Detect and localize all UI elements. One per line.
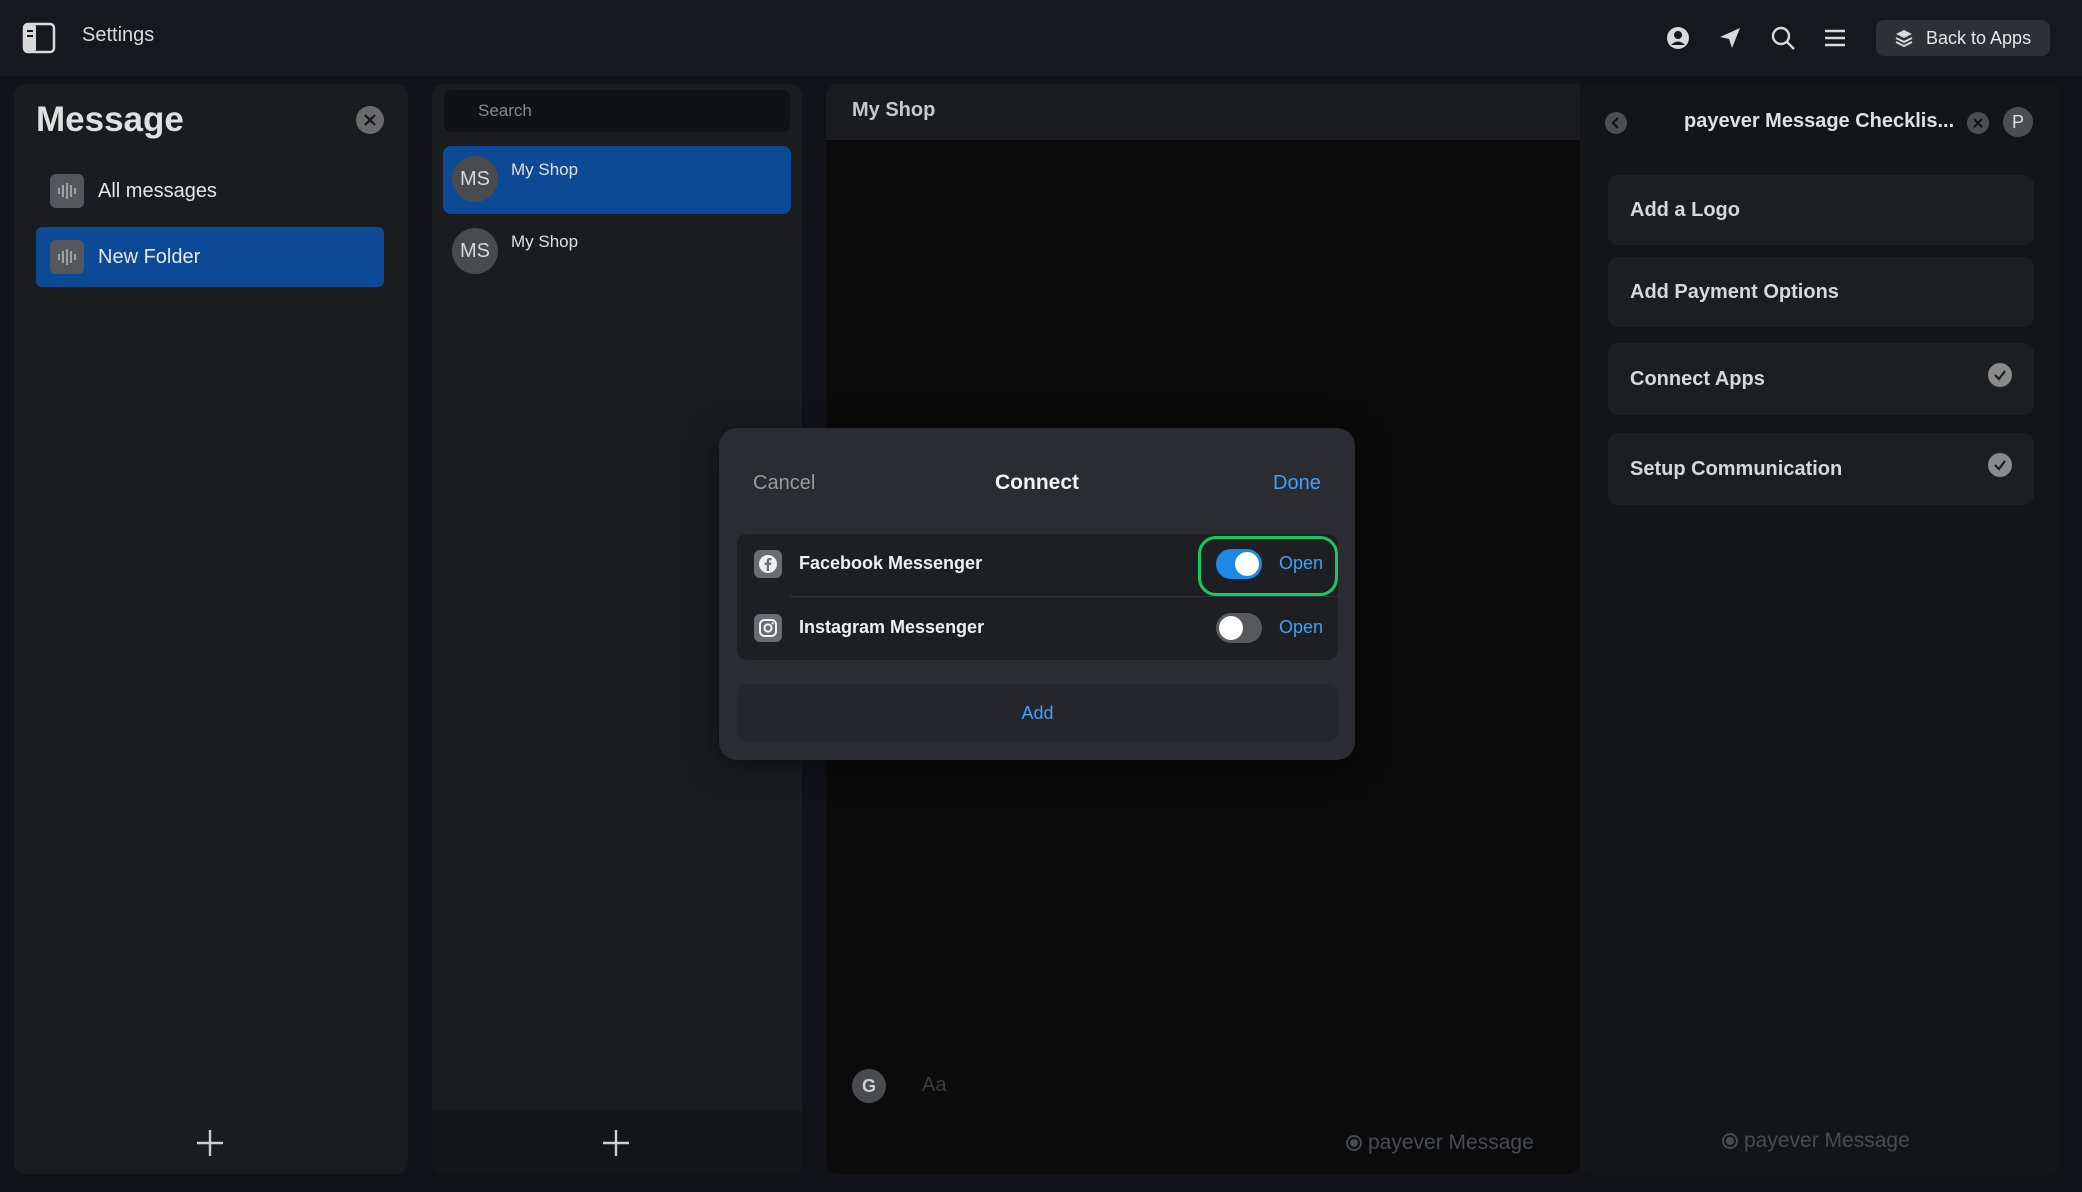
folder-label: New Folder (98, 245, 201, 268)
checklist-watermark: payever Message (1722, 1129, 1910, 1153)
avatar: MS (452, 156, 498, 202)
search-icon[interactable] (1767, 22, 1799, 54)
check-icon (1988, 363, 2012, 387)
payever-logo-icon (1346, 1135, 1362, 1151)
checklist-item-add-payment-options[interactable]: Add Payment Options (1608, 257, 2034, 327)
done-button[interactable]: Done (1273, 472, 1321, 495)
chevron-left-icon (1610, 117, 1622, 129)
checklist-item-label: Connect Apps (1630, 367, 1765, 390)
checklist-item-add-logo[interactable]: Add a Logo (1608, 175, 2034, 245)
checklist-panel (1580, 84, 2060, 1174)
send-icon[interactable] (1714, 22, 1746, 54)
open-instagram-link[interactable]: Open (1279, 617, 1323, 638)
close-message-panel-button[interactable] (356, 106, 384, 134)
close-icon (1973, 118, 1983, 128)
back-to-apps-button[interactable]: Back to Apps (1876, 20, 2050, 56)
conversation-item[interactable]: MS My Shop (443, 146, 791, 214)
checklist-item-connect-apps[interactable]: Connect Apps (1608, 343, 2034, 415)
search-input[interactable]: Search (444, 90, 790, 132)
sender-avatar[interactable]: G (852, 1069, 886, 1103)
watermark-text: payever Message (1368, 1131, 1534, 1154)
plus-icon (195, 1128, 225, 1158)
close-icon (363, 113, 377, 127)
checklist-item-label: Add a Logo (1630, 198, 1740, 221)
chat-title: My Shop (852, 99, 936, 121)
instagram-toggle[interactable] (1216, 613, 1262, 643)
app-row-instagram: Instagram Messenger Open (737, 597, 1338, 660)
cancel-button[interactable]: Cancel (753, 472, 815, 495)
menu-icon[interactable] (1819, 22, 1851, 54)
back-to-apps-label: Back to Apps (1926, 27, 2032, 48)
payever-logo-icon (1722, 1133, 1738, 1149)
instagram-icon (754, 614, 782, 642)
checklist-item-label: Add Payment Options (1630, 280, 1839, 303)
folder-item-all-messages[interactable]: All messages (36, 161, 384, 221)
sidebar-toggle-icon[interactable] (22, 22, 56, 54)
toggle-knob (1219, 616, 1243, 640)
conversation-item[interactable]: MS My Shop (443, 218, 791, 286)
checklist-title: payever Message Checklis... (1684, 110, 1955, 132)
app-name: Facebook Messenger (799, 553, 983, 573)
conversation-name: My Shop (511, 232, 579, 251)
checklist-item-label: Setup Communication (1630, 457, 1843, 480)
watermark-text: payever Message (1744, 1129, 1910, 1152)
settings-title[interactable]: Settings (82, 24, 154, 47)
checklist-item-setup-communication[interactable]: Setup Communication (1608, 433, 2034, 505)
add-conversation-button[interactable] (601, 1128, 631, 1158)
folder-item-new-folder[interactable]: New Folder (36, 227, 384, 287)
chat-watermark: payever Message (1346, 1131, 1534, 1155)
message-input[interactable]: Aa (922, 1074, 946, 1097)
add-folder-button[interactable] (195, 1128, 225, 1158)
modal-title: Connect (995, 471, 1079, 494)
close-checklist-button[interactable] (1967, 112, 1989, 134)
waveform-icon (50, 240, 84, 274)
plus-icon (601, 1128, 631, 1158)
waveform-icon (50, 174, 84, 208)
apps-icon (1894, 28, 1914, 48)
facebook-icon (754, 550, 782, 578)
app-name: Instagram Messenger (799, 617, 985, 637)
chat-header (826, 84, 1580, 140)
conversation-name: My Shop (511, 160, 579, 179)
folder-label: All messages (98, 179, 217, 202)
highlight-ring (1198, 536, 1338, 596)
user-icon[interactable] (1662, 22, 1694, 54)
back-button[interactable] (1605, 112, 1627, 134)
message-panel-title: Message (36, 100, 184, 139)
check-icon (1988, 453, 2012, 477)
avatar[interactable]: P (2003, 107, 2033, 137)
avatar: MS (452, 228, 498, 274)
add-button[interactable]: Add (737, 684, 1338, 742)
